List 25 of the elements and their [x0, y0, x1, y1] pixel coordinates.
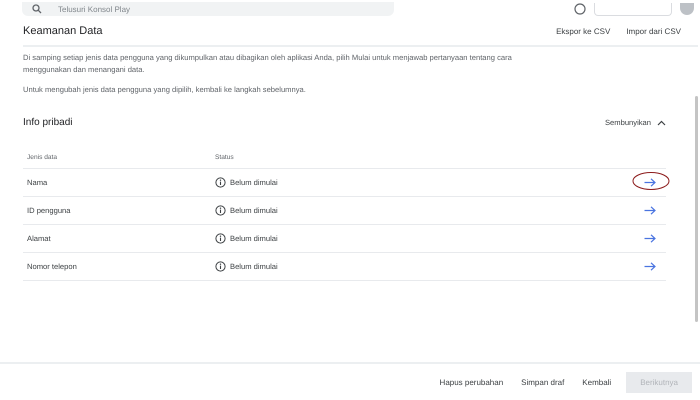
- scrollbar-thumb[interactable]: [695, 96, 698, 322]
- arrow-right-icon: [644, 206, 656, 215]
- info-icon: [215, 205, 226, 216]
- start-arrow-button[interactable]: [642, 176, 658, 189]
- start-arrow-button[interactable]: [642, 204, 658, 217]
- footer-button[interactable]: Kembali: [579, 372, 614, 392]
- info-icon: [215, 177, 226, 188]
- info-icon: [215, 233, 226, 244]
- info-icon[interactable]: [574, 3, 586, 15]
- search-input[interactable]: Telusuri Konsol Play: [56, 4, 384, 14]
- search-icon: [32, 4, 42, 14]
- start-arrow-button[interactable]: [642, 260, 658, 273]
- footer-button[interactable]: Hapus perubahan: [436, 372, 506, 392]
- section-title: Info pribadi: [23, 117, 72, 128]
- arrow-right-icon: [644, 178, 656, 187]
- header-action-button[interactable]: Ekspor ke CSV: [553, 24, 614, 38]
- search-field[interactable]: Telusuri Konsol Play: [22, 2, 394, 16]
- page-title: Keamanan Data: [23, 25, 102, 37]
- header-action-button[interactable]: Impor dari CSV: [623, 24, 684, 38]
- footer-button[interactable]: Simpan draf: [518, 372, 568, 392]
- chevron-icon: [657, 120, 666, 126]
- arrow-right-icon: [644, 262, 656, 271]
- start-arrow-button[interactable]: [642, 232, 658, 245]
- info-icon: [215, 261, 226, 272]
- arrow-right-icon: [644, 234, 656, 243]
